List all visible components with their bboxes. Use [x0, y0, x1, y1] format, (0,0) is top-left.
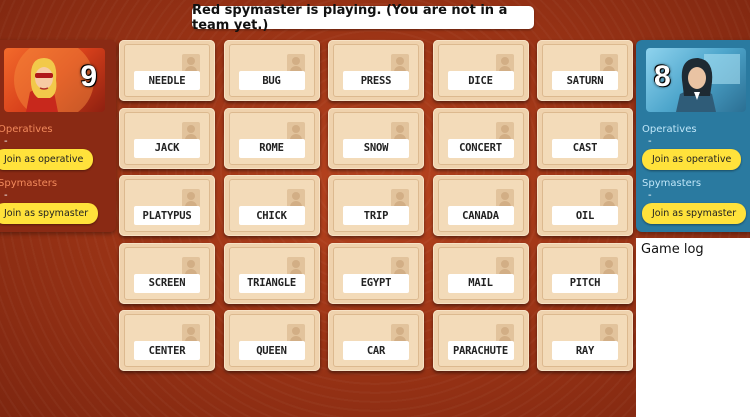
- card-face: TRIANGLE: [228, 246, 315, 300]
- word-card[interactable]: ROME: [223, 107, 320, 169]
- game-log-title: Game log: [641, 242, 704, 257]
- card-word: PITCH: [552, 273, 618, 293]
- card-word: OIL: [552, 206, 618, 225]
- card-word: TRIP: [343, 206, 409, 225]
- word-card[interactable]: CANADA: [432, 175, 529, 236]
- card-face: CAST: [542, 111, 628, 165]
- word-card[interactable]: DICE: [432, 40, 529, 101]
- card-word: CAST: [552, 138, 618, 158]
- word-card[interactable]: BUG: [223, 40, 320, 101]
- blue-spymasters-list: -: [648, 190, 652, 201]
- blue-spymasters-label: Spymasters: [642, 178, 702, 189]
- card-face: MAIL: [437, 246, 524, 300]
- red-score: 9: [80, 60, 97, 93]
- card-face: CANADA: [437, 179, 524, 232]
- word-card[interactable]: CAR: [328, 310, 424, 371]
- word-card[interactable]: TRIP: [328, 175, 424, 236]
- red-spymaster-avatar: 9: [4, 48, 105, 112]
- word-card[interactable]: NEEDLE: [119, 40, 215, 101]
- card-face: PARACHUTE: [437, 314, 524, 367]
- word-card[interactable]: OIL: [537, 175, 633, 236]
- card-word: CHICK: [238, 206, 305, 225]
- status-banner: Red spymaster is playing. (You are not i…: [192, 3, 534, 33]
- word-card[interactable]: SNOW: [328, 107, 424, 169]
- word-card[interactable]: JACK: [119, 107, 215, 169]
- card-face: JACK: [124, 111, 210, 165]
- word-card[interactable]: PARACHUTE: [432, 310, 529, 371]
- word-card[interactable]: SCREEN: [119, 242, 215, 304]
- card-word: ROME: [238, 138, 305, 158]
- card-word: PARACHUTE: [447, 341, 514, 360]
- card-face: RAY: [542, 314, 628, 367]
- blue-spymaster-avatar: 8: [646, 48, 746, 112]
- card-word: SATURN: [552, 71, 618, 90]
- card-face: BUG: [228, 44, 315, 97]
- word-card[interactable]: SATURN: [537, 40, 633, 101]
- card-word: JACK: [134, 138, 200, 158]
- red-operatives-label: Operatives: [0, 124, 53, 135]
- card-face: CAR: [333, 314, 419, 367]
- card-face: QUEEN: [228, 314, 315, 367]
- word-card[interactable]: CAST: [537, 107, 633, 169]
- word-card[interactable]: QUEEN: [223, 310, 320, 371]
- card-word: SCREEN: [134, 273, 200, 293]
- card-face: ROME: [228, 111, 315, 165]
- game-log-panel: Game log: [636, 238, 750, 417]
- word-card[interactable]: CONCERT: [432, 107, 529, 169]
- blue-team-panel: 8 Operatives - Join as operative Spymast…: [636, 40, 750, 232]
- card-face: CHICK: [228, 179, 315, 232]
- word-card[interactable]: TRIANGLE: [223, 242, 320, 304]
- card-face: DICE: [437, 44, 524, 97]
- card-word: PLATYPUS: [134, 206, 200, 225]
- word-card[interactable]: PITCH: [537, 242, 633, 304]
- card-word: DICE: [447, 71, 514, 90]
- card-word: RAY: [552, 341, 618, 360]
- word-card[interactable]: MAIL: [432, 242, 529, 304]
- card-face: TRIP: [333, 179, 419, 232]
- card-face: NEEDLE: [124, 44, 210, 97]
- card-word: QUEEN: [238, 341, 305, 360]
- word-card[interactable]: EGYPT: [328, 242, 424, 304]
- blue-join-spymaster-button[interactable]: Join as spymaster: [642, 203, 747, 224]
- red-operatives-list: -: [4, 136, 8, 147]
- card-word: CANADA: [447, 206, 514, 225]
- card-word: TRIANGLE: [238, 273, 305, 293]
- card-word: CAR: [343, 341, 409, 360]
- card-word: BUG: [238, 71, 305, 90]
- card-face: PITCH: [542, 246, 628, 300]
- card-word: MAIL: [447, 273, 514, 293]
- card-face: OIL: [542, 179, 628, 232]
- card-word: PRESS: [343, 71, 409, 90]
- card-face: EGYPT: [333, 246, 419, 300]
- card-face: SCREEN: [124, 246, 210, 300]
- card-word: EGYPT: [343, 273, 409, 293]
- card-word: CENTER: [134, 341, 200, 360]
- word-card[interactable]: PLATYPUS: [119, 175, 215, 236]
- word-card[interactable]: RAY: [537, 310, 633, 371]
- card-face: PRESS: [333, 44, 419, 97]
- card-face: CONCERT: [437, 111, 524, 165]
- card-face: SNOW: [333, 111, 419, 165]
- word-card[interactable]: CHICK: [223, 175, 320, 236]
- blue-join-operative-button[interactable]: Join as operative: [642, 149, 742, 170]
- card-board: NEEDLE BUG PRESS DICE SATURN JACK ROME SNOW CONC…: [119, 40, 633, 371]
- card-face: PLATYPUS: [124, 179, 210, 232]
- status-text: Red spymaster is playing. (You are not i…: [192, 2, 508, 33]
- red-spymasters-list: -: [4, 190, 8, 201]
- card-word: CONCERT: [447, 138, 514, 158]
- card-face: CENTER: [124, 314, 210, 367]
- card-word: SNOW: [343, 138, 409, 158]
- red-team-panel: 9 Operatives - Join as operative Spymast…: [0, 40, 116, 232]
- blue-operatives-list: -: [648, 136, 652, 147]
- card-face: SATURN: [542, 44, 628, 97]
- card-word: NEEDLE: [134, 71, 200, 90]
- blue-operatives-label: Operatives: [642, 124, 697, 135]
- red-spymasters-label: Spymasters: [0, 178, 58, 189]
- red-join-operative-button[interactable]: Join as operative: [0, 149, 94, 170]
- word-card[interactable]: CENTER: [119, 310, 215, 371]
- word-card[interactable]: PRESS: [328, 40, 424, 101]
- blue-score: 8: [654, 60, 671, 93]
- red-join-spymaster-button[interactable]: Join as spymaster: [0, 203, 99, 224]
